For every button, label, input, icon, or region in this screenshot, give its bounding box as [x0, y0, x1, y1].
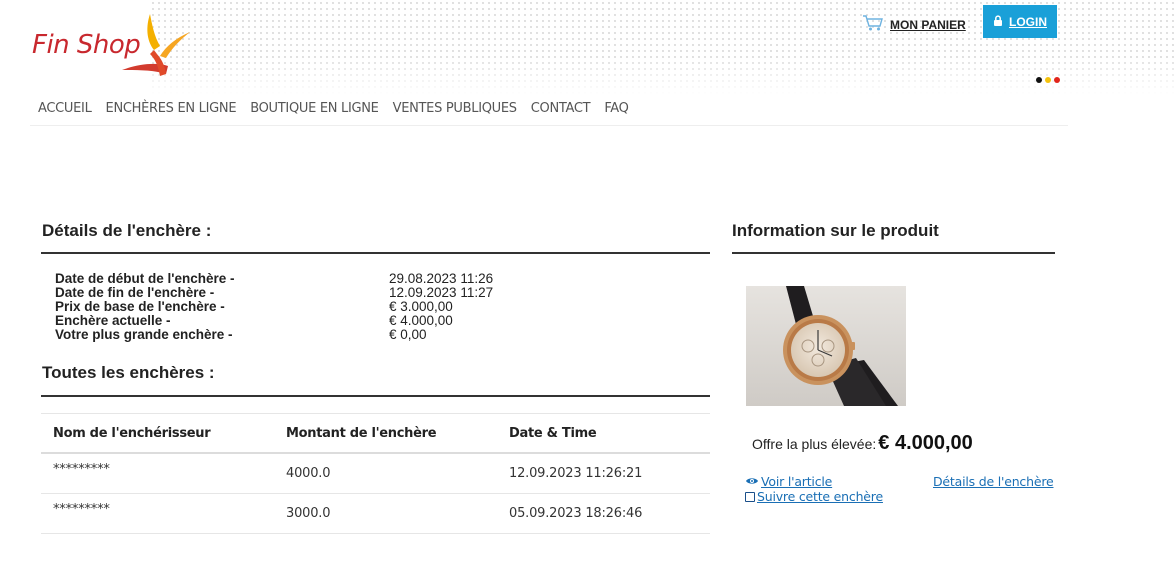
flag-dot-black	[1036, 77, 1042, 83]
detail-label: Date de début de l'enchère -	[55, 271, 235, 286]
detail-label: Date de fin de l'enchère -	[55, 285, 215, 300]
detail-label: Prix de base de l'enchère -	[55, 299, 225, 314]
column-header-datetime: Date & Time	[509, 425, 597, 441]
detail-row-your-highest-bid: Votre plus grande enchère - € 0,00	[55, 328, 493, 342]
flag-dot-yellow	[1045, 77, 1051, 83]
auction-details-title: Détails de l'enchère :	[42, 221, 212, 240]
bid-amount: 3000.0	[286, 506, 331, 521]
auction-details-list: Date de début de l'enchère - 29.08.2023 …	[55, 272, 493, 342]
bids-table-header: Nom de l'enchérisseur Montant de l'enchè…	[41, 413, 710, 454]
nav-item-ventes-publiques[interactable]: VENTES PUBLIQUES	[393, 101, 517, 116]
language-flag-dots[interactable]	[1036, 77, 1060, 83]
detail-row-current-bid: Enchère actuelle - € 4.000,00	[55, 314, 493, 328]
detail-value: € 0,00	[389, 327, 427, 342]
bidder-name: *********	[53, 462, 110, 477]
cart-label: MON PANIER	[890, 18, 966, 32]
bidder-name: *********	[53, 502, 110, 517]
column-header-amount: Montant de l'enchère	[286, 425, 437, 441]
detail-value: € 4.000,00	[389, 313, 453, 328]
lock-icon	[993, 13, 1003, 31]
nav-item-accueil[interactable]: ACCUEIL	[38, 101, 92, 116]
all-bids-title: Toutes les enchères :	[42, 363, 215, 382]
detail-row-base-price: Prix de base de l'enchère - € 3.000,00	[55, 300, 493, 314]
follow-auction-label: Suivre cette enchère	[757, 489, 883, 504]
detail-label: Votre plus grande enchère -	[55, 327, 233, 342]
nav-divider	[30, 125, 1068, 126]
highest-offer-label: Offre la plus élevée:	[752, 436, 877, 452]
eye-icon	[745, 474, 759, 489]
flag-dot-red	[1054, 77, 1060, 83]
all-bids-divider	[41, 395, 710, 397]
detail-value: 12.09.2023 11:27	[389, 285, 494, 300]
detail-label: Enchère actuelle -	[55, 313, 171, 328]
login-label: LOGIN	[1009, 14, 1047, 29]
bid-datetime: 05.09.2023 18:26:46	[509, 506, 643, 521]
detail-row-start-date: Date de début de l'enchère - 29.08.2023 …	[55, 272, 493, 286]
nav-item-boutique-en-ligne[interactable]: BOUTIQUE EN LIGNE	[250, 101, 379, 116]
login-button[interactable]: LOGIN	[983, 5, 1057, 38]
highest-offer-value: € 4.000,00	[878, 432, 973, 454]
highest-offer: Offre la plus élevée: € 4.000,00	[752, 432, 973, 455]
follow-auction-link[interactable]: Suivre cette enchère	[745, 489, 883, 504]
column-header-bidder: Nom de l'enchérisseur	[53, 425, 211, 441]
bid-amount: 4000.0	[286, 466, 331, 481]
cart-icon	[862, 14, 884, 37]
view-item-link[interactable]: Voir l'article	[745, 474, 883, 489]
logo-swoosh-icon	[122, 14, 190, 76]
auction-details-link[interactable]: Détails de l'enchère	[933, 474, 1054, 489]
cart-link[interactable]: MON PANIER	[862, 12, 966, 38]
bids-table: Nom de l'enchérisseur Montant de l'enchè…	[41, 413, 710, 534]
checkbox-icon	[745, 491, 755, 502]
product-info-divider	[732, 252, 1055, 254]
product-actions: Voir l'article Suivre cette enchère	[745, 474, 883, 504]
product-image[interactable]	[746, 286, 906, 406]
bid-datetime: 12.09.2023 11:26:21	[509, 466, 643, 481]
table-row: ********* 4000.0 12.09.2023 11:26:21	[41, 454, 710, 494]
site-logo[interactable]: Fin Shop	[30, 12, 200, 92]
nav-item-contact[interactable]: CONTACT	[531, 101, 591, 116]
table-row: ********* 3000.0 05.09.2023 18:26:46	[41, 494, 710, 534]
nav-item-faq[interactable]: FAQ	[604, 101, 629, 116]
product-info-title: Information sur le produit	[732, 221, 939, 240]
auction-details-divider	[41, 252, 710, 254]
detail-row-end-date: Date de fin de l'enchère - 12.09.2023 11…	[55, 286, 493, 300]
detail-value: € 3.000,00	[389, 299, 453, 314]
main-nav: ACCUEIL ENCHÈRES EN LIGNE BOUTIQUE EN LI…	[38, 101, 629, 116]
auction-details-link-wrap: Détails de l'enchère	[933, 474, 1054, 489]
detail-value: 29.08.2023 11:26	[389, 271, 494, 286]
nav-item-encheres-en-ligne[interactable]: ENCHÈRES EN LIGNE	[106, 101, 237, 116]
view-item-label: Voir l'article	[761, 474, 833, 489]
